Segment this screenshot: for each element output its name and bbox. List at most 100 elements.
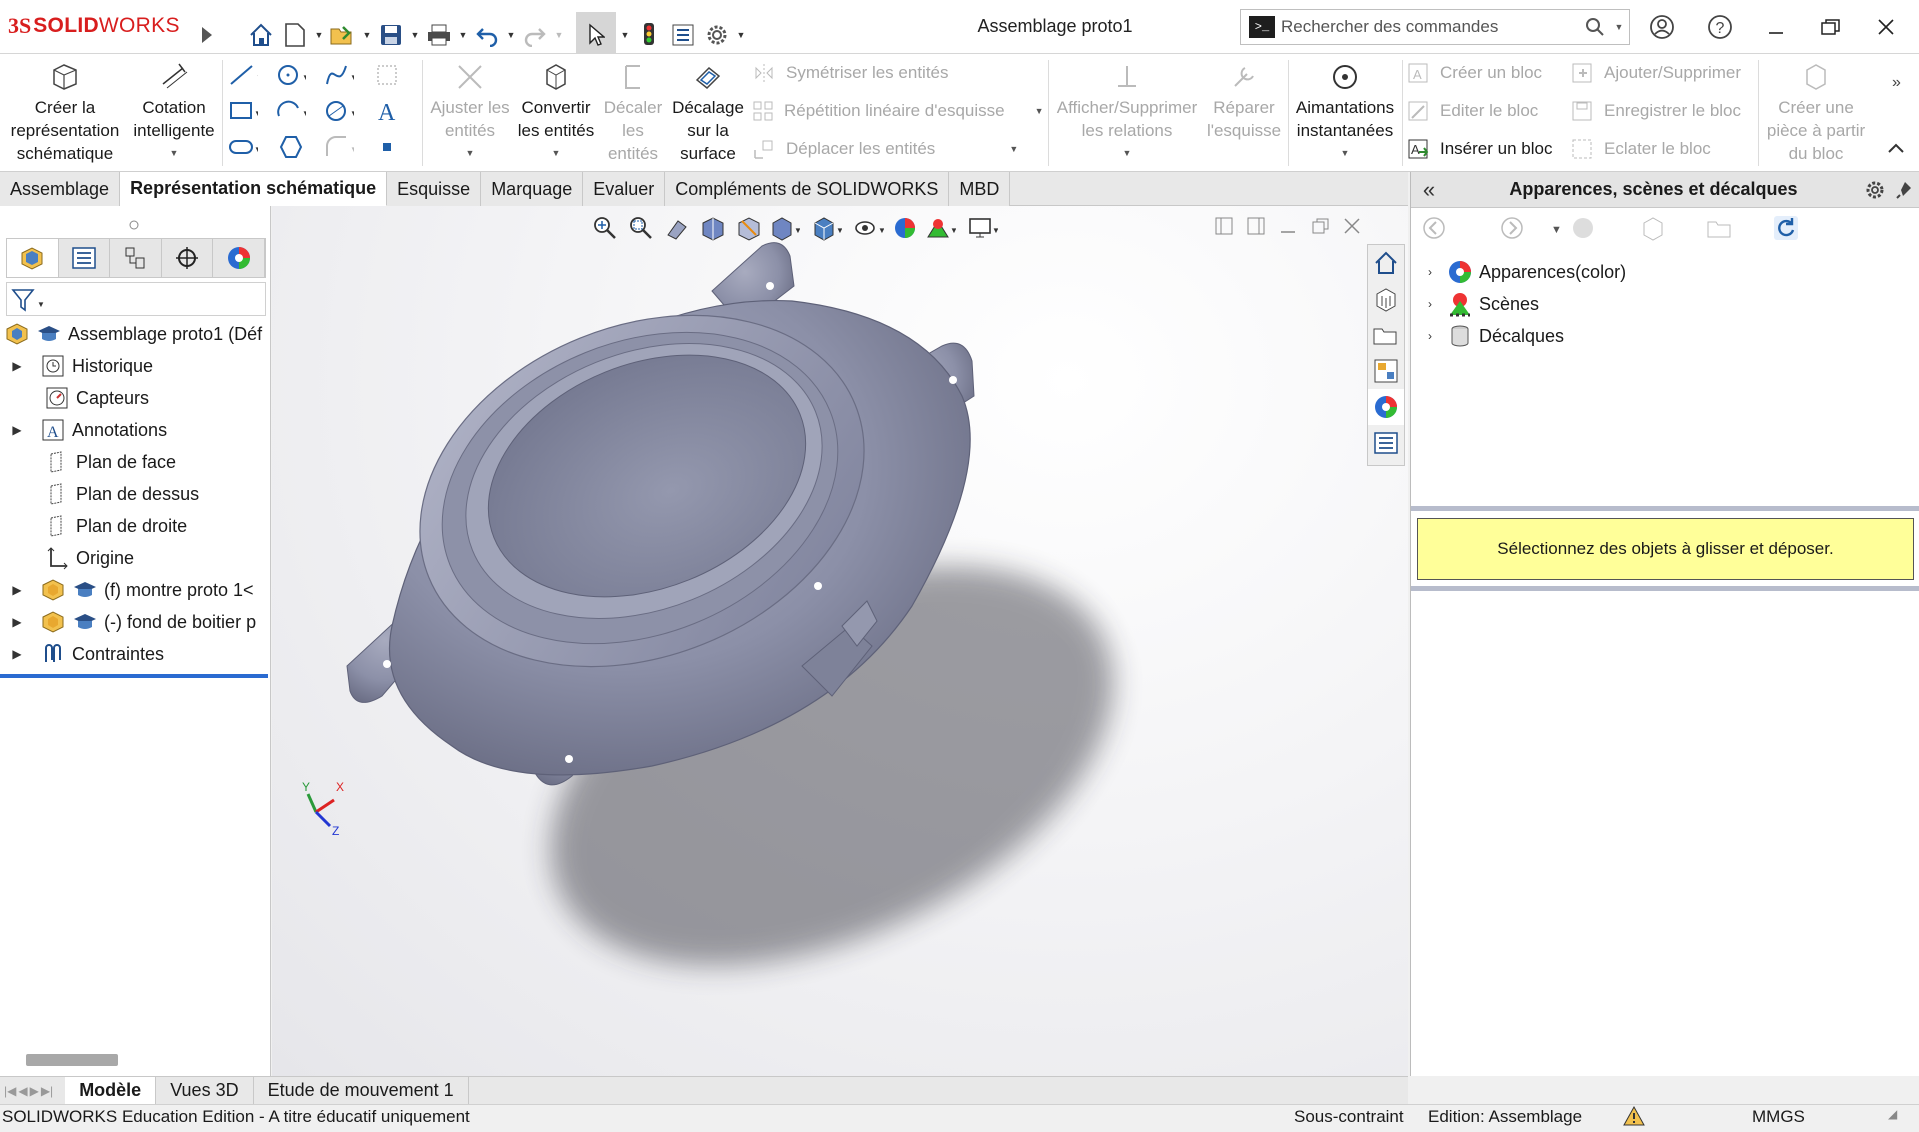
prev-tab-icon[interactable]: ◀ [18, 1084, 27, 1098]
open-folder-icon[interactable] [328, 20, 358, 50]
relations-dropdown-icon[interactable]: ▼ [1123, 142, 1132, 165]
pin-icon[interactable] [1890, 180, 1919, 200]
line-icon[interactable]: ▼ [228, 60, 258, 90]
user-account-icon[interactable] [1642, 10, 1682, 44]
watch-case-model[interactable] [272, 206, 1408, 1076]
collapse-task-pane-icon[interactable]: « [1411, 177, 1447, 203]
undo-icon[interactable] [472, 20, 502, 50]
tree-item-plan-de-face[interactable]: Plan de face [0, 446, 271, 478]
tree-root-assembly[interactable]: Assemblage proto1 (Déf [0, 318, 271, 350]
minimize-icon[interactable] [1756, 10, 1796, 44]
display-delete-relations-button[interactable]: Afficher/Supprimer les relations ▼ [1052, 60, 1202, 165]
circle-icon[interactable]: ▼ [276, 60, 306, 90]
display-manager-tab-icon[interactable] [213, 239, 265, 277]
tree-item-plan-de-droite[interactable]: Plan de droite [0, 510, 271, 542]
tab-evaluer[interactable]: Evaluer [583, 172, 666, 206]
home-icon[interactable] [246, 20, 276, 50]
tab-modele[interactable]: Modèle [65, 1076, 157, 1105]
history-dropdown-icon[interactable]: ▼ [1551, 224, 1562, 236]
pane-splitter[interactable] [1411, 506, 1919, 511]
search-dropdown-icon[interactable]: ▼ [1609, 22, 1629, 32]
mirror-entities-button[interactable]: Symétriser les entités [752, 58, 1042, 88]
redo-dropdown-icon[interactable]: ▼ [554, 20, 564, 50]
tree-item-fond-de-boitier[interactable]: ▶ (-) fond de boitier p [0, 606, 271, 638]
tab-assemblage[interactable]: Assemblage [0, 172, 121, 206]
unit-system[interactable]: MMGS [1752, 1107, 1805, 1127]
create-schematic-button[interactable]: Créer la représentation schématique [4, 60, 126, 165]
design-library-icon[interactable] [1368, 281, 1404, 317]
tree-item-historique[interactable]: ▶ Historique [0, 350, 271, 382]
ribbon-overflow-icon[interactable]: » [1892, 74, 1901, 92]
spline-icon[interactable]: ▼ [324, 60, 354, 90]
filter-icon[interactable]: ▼ [11, 287, 45, 318]
expand-arrow-icon[interactable]: ▶ [8, 423, 26, 437]
point-icon[interactable] [372, 132, 402, 162]
tree-item-plan-de-dessus[interactable]: Plan de dessus [0, 478, 271, 510]
tree-item-apparences[interactable]: › Apparences(color) [1421, 256, 1626, 288]
expand-arrow-icon[interactable]: › [1421, 265, 1439, 279]
select-cursor-icon[interactable] [576, 12, 616, 58]
make-block-button[interactable]: A Créer un bloc [1406, 58, 1566, 88]
rebuild-warning-icon[interactable] [1620, 1105, 1648, 1132]
custom-properties-icon[interactable] [1368, 425, 1404, 461]
arc-icon[interactable]: ▼ [276, 96, 306, 126]
snaps-dropdown-icon[interactable]: ▼ [1341, 142, 1350, 165]
sketch-fillet-icon[interactable]: ▼ [324, 132, 354, 162]
rebuild-traffic-light-icon[interactable] [634, 20, 664, 50]
tree-filter[interactable]: ▼ [6, 282, 266, 316]
back-arrow-icon[interactable] [1421, 215, 1451, 246]
panel-splitter-handle[interactable] [128, 216, 140, 236]
repair-sketch-button[interactable]: Réparer l'esquisse [1204, 60, 1284, 142]
polygon-icon[interactable] [276, 132, 306, 162]
save-icon[interactable] [376, 20, 406, 50]
tab-etude-de-mouvement[interactable]: Etude de mouvement 1 [254, 1076, 469, 1105]
tree-item-capteurs[interactable]: Capteurs [0, 382, 271, 414]
save-dropdown-icon[interactable]: ▼ [410, 20, 420, 50]
tab-mbd[interactable]: MBD [949, 172, 1011, 206]
new-dropdown-icon[interactable]: ▼ [314, 20, 324, 50]
tree-item-contraintes[interactable]: ▶ Contraintes [0, 638, 271, 670]
ellipse-icon[interactable]: ▼ [324, 96, 354, 126]
pattern-dropdown-icon[interactable]: ▼ [1035, 106, 1044, 116]
file-properties-icon[interactable] [668, 20, 698, 50]
view-palette-icon[interactable] [1368, 353, 1404, 389]
text-icon[interactable]: A [372, 96, 402, 126]
trim-entities-button[interactable]: Ajuster les entités ▼ [428, 60, 512, 165]
expand-arrow-icon[interactable]: › [1421, 297, 1439, 311]
file-explorer-icon[interactable] [1368, 317, 1404, 353]
command-search[interactable]: >_ Rechercher des commandes ▼ [1240, 9, 1630, 45]
tree-item-scenes[interactable]: › Scènes [1421, 288, 1626, 320]
tab-complements[interactable]: Compléments de SOLIDWORKS [665, 172, 950, 206]
rollback-bar[interactable] [0, 674, 268, 678]
explode-block-button[interactable]: Eclater le bloc [1570, 134, 1760, 164]
restore-icon[interactable] [1810, 10, 1850, 44]
expand-arrow-icon[interactable]: › [1421, 329, 1439, 343]
linear-pattern-button[interactable]: Répétition linéaire d'esquisse ▼ [752, 96, 1044, 126]
expand-arrow-icon[interactable]: ▶ [8, 615, 26, 629]
offset-on-surface-button[interactable]: Décalage sur la surface [668, 60, 748, 165]
feature-manager-tab-icon[interactable] [7, 239, 59, 277]
expand-menu-icon[interactable] [192, 20, 222, 50]
horizontal-scrollbar[interactable] [26, 1054, 118, 1066]
tree-item-decalques[interactable]: › Décalques [1421, 320, 1626, 352]
library-icon[interactable] [1640, 215, 1670, 246]
solidworks-logo[interactable]: 3S SOLIDWORKS [8, 11, 180, 41]
collapse-ribbon-icon[interactable] [1886, 140, 1906, 160]
dimxpert-tab-icon[interactable] [162, 239, 214, 277]
configuration-manager-tab-icon[interactable] [110, 239, 162, 277]
insert-block-button[interactable]: A Insérer un bloc [1406, 134, 1566, 164]
edit-block-button[interactable]: Editer le bloc [1406, 96, 1566, 126]
task-pane-settings-gear-icon[interactable] [1860, 178, 1890, 202]
open-dropdown-icon[interactable]: ▼ [362, 20, 372, 50]
graphics-area[interactable]: ▼ ▼ ▼ ▼ ▼ Y X Z [272, 206, 1408, 1076]
forward-arrow-icon[interactable] [1499, 215, 1529, 246]
tab-esquisse[interactable]: Esquisse [387, 172, 482, 206]
search-icon[interactable] [1581, 17, 1609, 37]
sketch-fillet-grid-icon[interactable] [372, 60, 402, 90]
options-dropdown-icon[interactable]: ▼ [736, 20, 746, 50]
undo-dropdown-icon[interactable]: ▼ [506, 20, 516, 50]
expand-arrow-icon[interactable]: ▶ [8, 359, 26, 373]
redo-icon[interactable] [520, 20, 550, 50]
tab-vues-3d[interactable]: Vues 3D [156, 1076, 254, 1105]
make-part-from-block-button[interactable]: Créer une pièce à partir du bloc [1762, 60, 1870, 165]
